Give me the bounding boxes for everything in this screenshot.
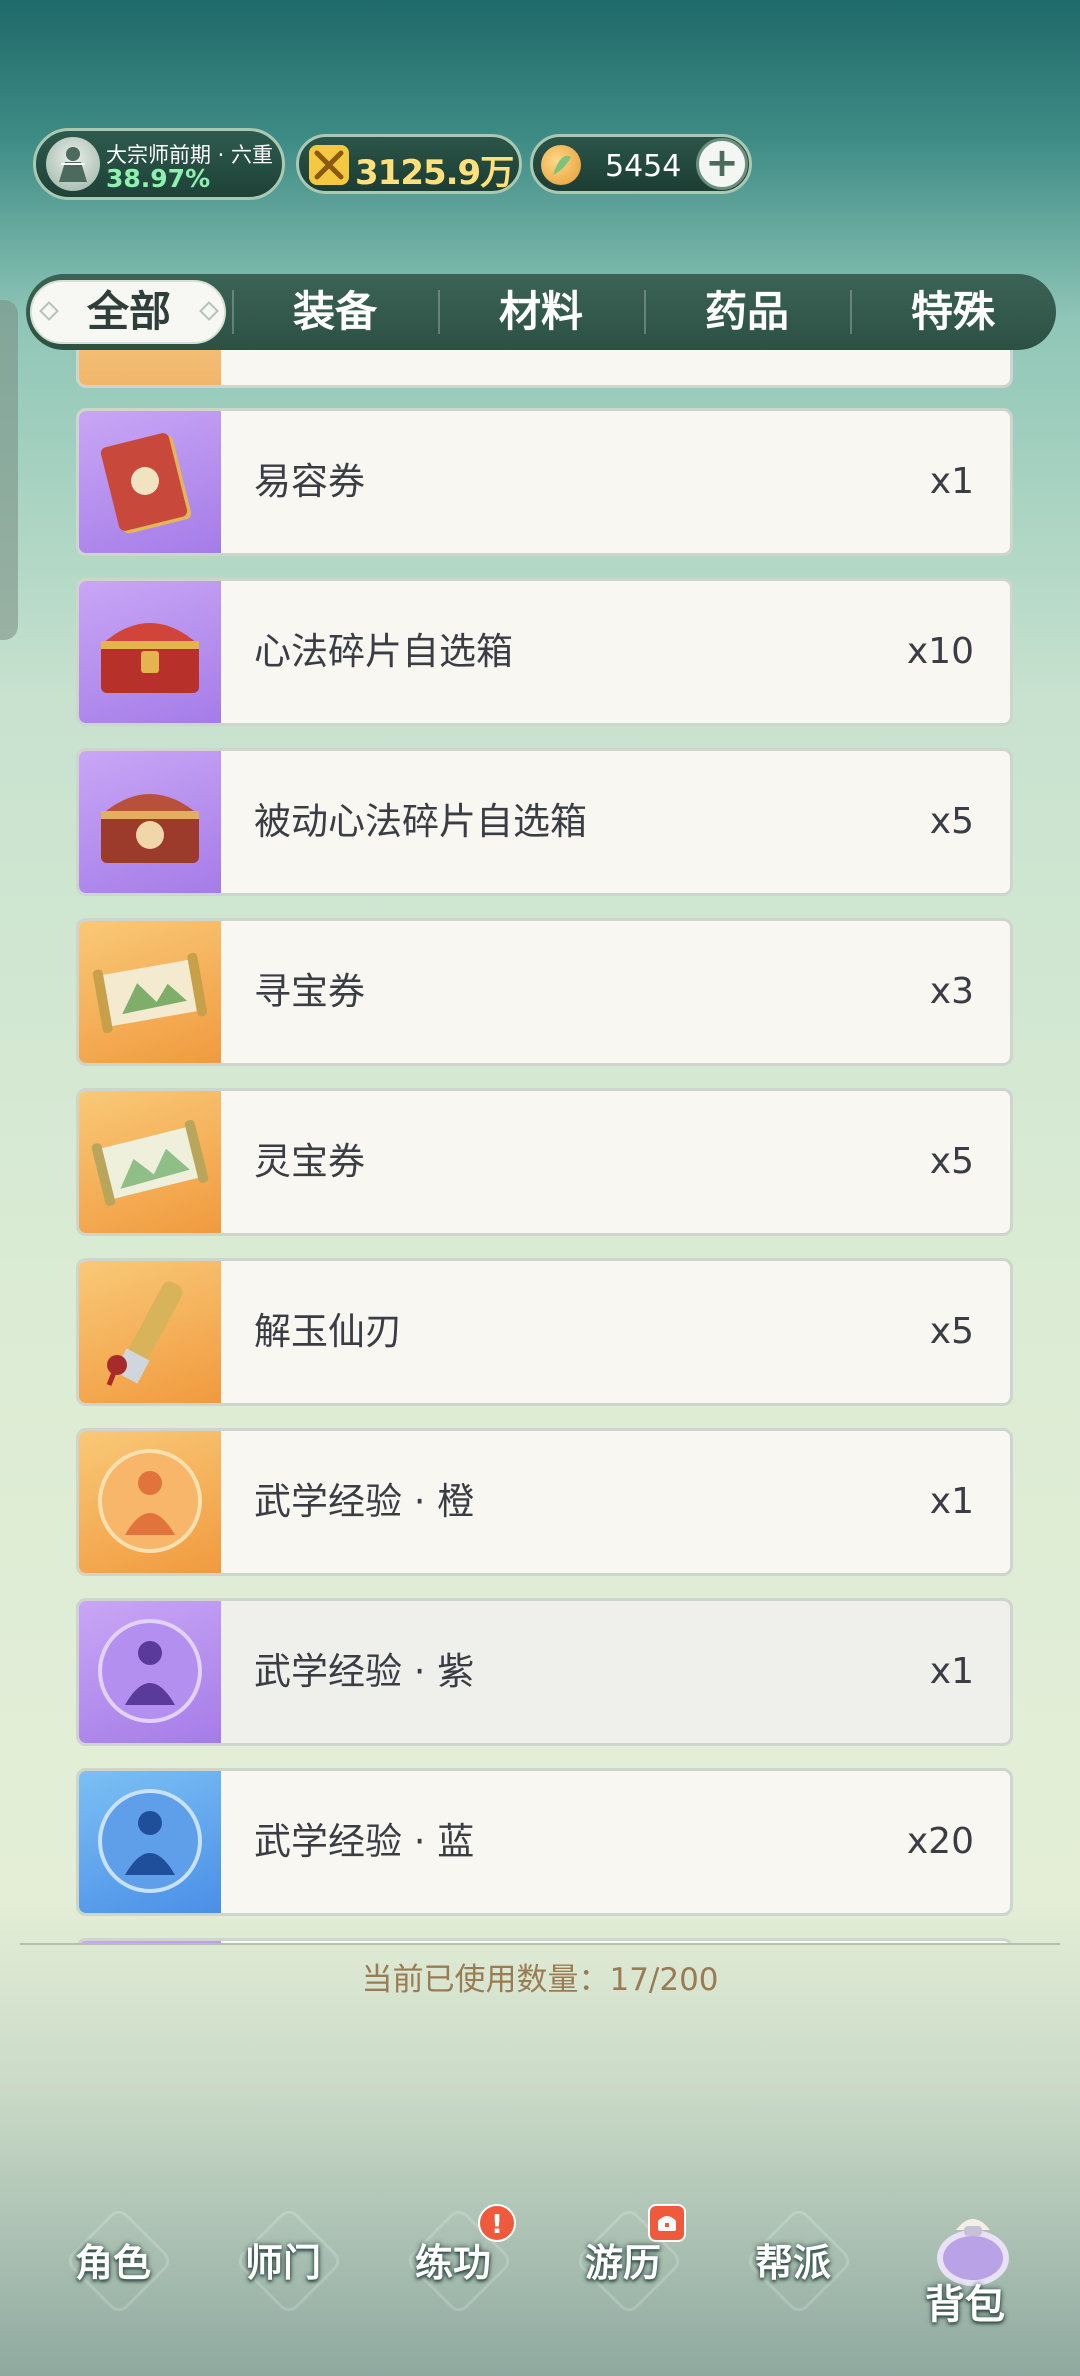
tab-materials[interactable]: 材料 — [438, 274, 644, 350]
tab-label: 全部 — [86, 287, 171, 336]
nav-label: 游历 — [584, 2241, 661, 2285]
tab-label: 药品 — [704, 287, 789, 336]
list-item[interactable]: 心法碎片自选箱 x10 — [76, 578, 1013, 726]
tab-label: 材料 — [498, 287, 583, 336]
item-quantity: x5 — [929, 801, 974, 842]
list-item[interactable] — [76, 350, 1013, 388]
ticket-icon — [79, 411, 221, 553]
usage-count: 当前已使用数量：17/200 — [361, 1962, 719, 1998]
currency-display: 5454 + — [530, 134, 752, 194]
nav-training[interactable]: ! 练功 — [368, 2170, 538, 2376]
list-item[interactable]: 解玉仙刃 x5 — [76, 1258, 1013, 1406]
nav-label: 师门 — [244, 2241, 321, 2285]
nav-travel[interactable]: 游历 — [538, 2170, 708, 2376]
item-name: 武学经验 · 橙 — [254, 1480, 475, 1523]
item-name: 解玉仙刃 — [254, 1310, 402, 1353]
nav-label: 练功 — [414, 2241, 491, 2285]
rank-progress: 38.97% — [106, 164, 211, 193]
list-item[interactable]: 武学经验 · 紫 x1 — [76, 1598, 1013, 1746]
item-quantity: x10 — [906, 631, 974, 672]
list-item[interactable]: 被动心法碎片自选箱 x5 — [76, 748, 1013, 896]
item-quantity: x3 — [929, 971, 974, 1012]
nav-guild[interactable]: 帮派 — [708, 2170, 878, 2376]
nav-backpack[interactable]: 背包 — [880, 2170, 1050, 2376]
item-name: 易容券 — [254, 460, 365, 503]
rank-badge[interactable]: 大宗师前期 · 六重 38.97% — [33, 128, 285, 200]
nav-label: 角色 — [74, 2241, 151, 2285]
tab-equipment[interactable]: 装备 — [232, 274, 438, 350]
item-quantity: x1 — [929, 461, 974, 502]
exp-orb-icon — [79, 1771, 221, 1913]
item-name: 武学经验 · 蓝 — [254, 1820, 475, 1863]
treasure-chest-icon — [79, 751, 221, 893]
list-item[interactable]: 灵宝券 x5 — [76, 1088, 1013, 1236]
tab-special[interactable]: 特殊 — [850, 274, 1056, 350]
exp-orb-icon — [79, 1601, 221, 1743]
bottom-nav: 角色 师门 ! 练功 游历 帮派 背包 — [0, 2170, 1080, 2376]
item-name: 武学经验 · 紫 — [254, 1650, 475, 1693]
treasure-chest-icon — [79, 581, 221, 723]
item-quantity: x1 — [929, 1651, 974, 1692]
tab-all[interactable]: 全部 — [26, 274, 232, 350]
item-name: 寻宝券 — [254, 970, 365, 1013]
item-quantity: x5 — [929, 1141, 974, 1182]
exp-orb-icon — [79, 1431, 221, 1573]
item-thumbnail — [79, 350, 221, 385]
crossed-swords-icon — [309, 145, 349, 185]
scroll-icon — [79, 1091, 221, 1233]
list-divider — [20, 1943, 1060, 1945]
currency-value: 5454 — [605, 149, 682, 184]
jade-coin-icon — [541, 145, 581, 185]
list-item[interactable]: 武学经验 · 蓝 x20 — [76, 1768, 1013, 1916]
combat-power-value: 3125.9万 — [355, 153, 514, 193]
category-tabs: 全部 装备 材料 药品 特殊 — [26, 274, 1056, 350]
item-name: 被动心法碎片自选箱 — [254, 800, 587, 843]
tab-label: 装备 — [292, 287, 377, 336]
item-quantity: x20 — [906, 1821, 974, 1862]
nav-label: 背包 — [925, 2282, 1005, 2328]
nav-character[interactable]: 角色 — [28, 2170, 198, 2376]
tab-label: 特殊 — [910, 287, 995, 336]
rank-avatar-icon — [46, 137, 100, 191]
nav-label: 帮派 — [754, 2241, 831, 2285]
item-name: 灵宝券 — [254, 1140, 365, 1183]
list-item[interactable]: 易容券 x1 — [76, 408, 1013, 556]
item-list[interactable]: 易容券 x1 心法碎片自选箱 x10 被动心法碎片自选箱 x5 寻宝券 x3 灵… — [0, 350, 1080, 1944]
item-quantity: x5 — [929, 1311, 974, 1352]
list-item[interactable]: 寻宝券 x3 — [76, 918, 1013, 1066]
scroll-icon — [79, 921, 221, 1063]
item-quantity: x1 — [929, 1481, 974, 1522]
list-item[interactable]: 武学经验 · 橙 x1 — [76, 1428, 1013, 1576]
tab-medicine[interactable]: 药品 — [644, 274, 850, 350]
item-name: 心法碎片自选箱 — [254, 630, 513, 673]
combat-power-display: 3125.9万 — [296, 134, 522, 194]
nav-sect-master[interactable]: 师门 — [198, 2170, 368, 2376]
chisel-icon — [79, 1261, 221, 1403]
add-currency-button[interactable]: + — [696, 138, 748, 190]
